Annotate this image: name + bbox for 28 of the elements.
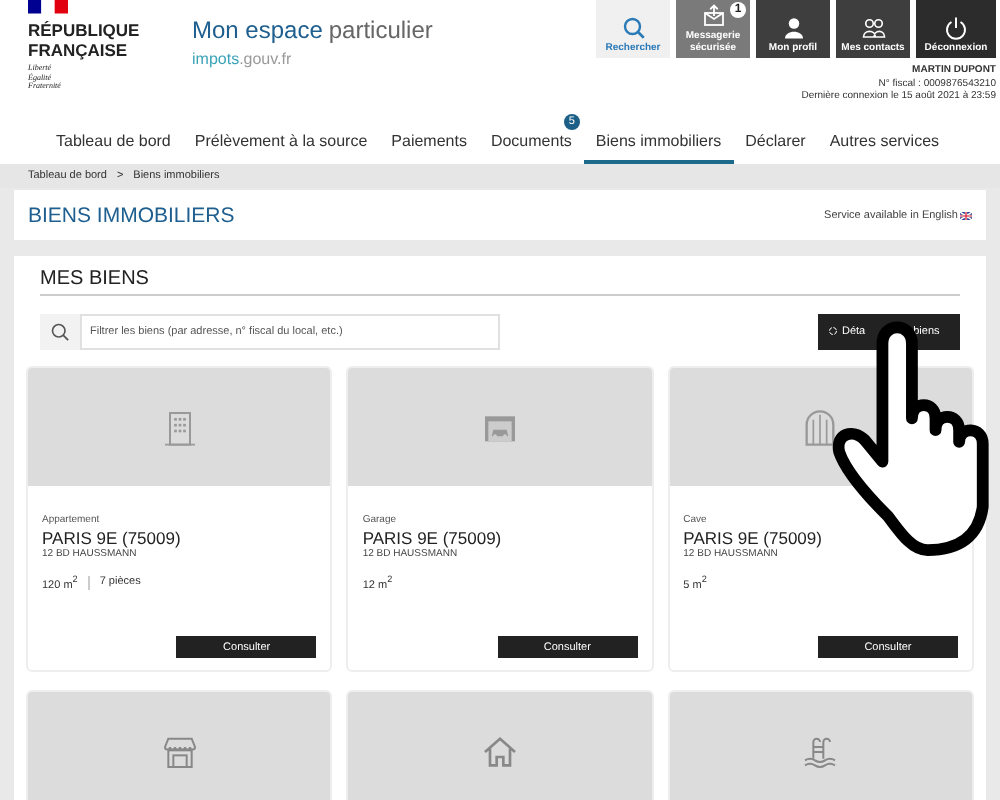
- power-icon: [944, 15, 968, 39]
- property-city: PARIS 9E (75009): [683, 528, 824, 548]
- refresh-icon: [828, 326, 838, 336]
- building-icon: [159, 407, 200, 447]
- nav-tab[interactable]: Prélèvement à la source: [182, 114, 380, 164]
- uk-flag-icon: [960, 211, 972, 219]
- search-icon: [621, 15, 645, 39]
- contacts-icon: [861, 15, 885, 39]
- republic-name: RÉPUBLIQUE: [28, 20, 142, 40]
- envelope-icon: [701, 4, 725, 28]
- site-name: .gouv.fr: [239, 50, 292, 68]
- brand-title: Mon espace: [192, 16, 323, 44]
- house-icon: [479, 731, 520, 771]
- search-icon: [50, 321, 70, 341]
- property-city: PARIS 9E (75009): [362, 528, 504, 548]
- property-city: PARIS 9E (75009): [42, 528, 183, 548]
- nav-tab[interactable]: Déclarer: [733, 114, 818, 164]
- page-title: BIENS IMMOBILIERS: [28, 203, 235, 227]
- search-button[interactable]: [40, 313, 80, 349]
- site-name: impots: [192, 50, 240, 68]
- nav-tab[interactable]: Paiements: [379, 114, 479, 164]
- person-icon: [781, 15, 805, 39]
- nav-tab[interactable]: Tableau de bord: [56, 114, 183, 164]
- arched-door-icon: [800, 407, 841, 447]
- section-title: MES BIENS: [40, 268, 960, 296]
- republic-name: FRANÇAISE: [28, 40, 130, 60]
- nav-tab[interactable]: Autres services: [817, 114, 952, 164]
- brand-title: particulier: [328, 16, 433, 44]
